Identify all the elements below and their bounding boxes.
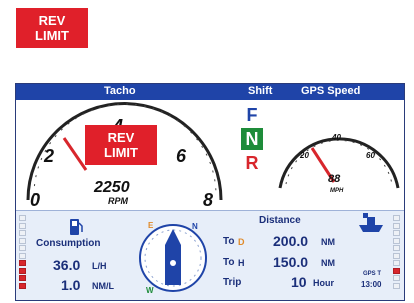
distance-row-0-value: 200.0 xyxy=(273,233,309,249)
dashboard-panel: Tacho Shift GPS Speed 0 2 4 6 8 2250 RPM… xyxy=(15,83,405,301)
distance-row-0-marker: D xyxy=(238,237,245,247)
engine-load-bar xyxy=(393,215,400,293)
compass: E W N xyxy=(139,221,207,295)
tacho-value: 2250 xyxy=(93,179,130,196)
distance-row-1-marker: H xyxy=(238,258,245,268)
consumption-label: Consumption xyxy=(36,238,101,249)
speed-unit: MPH xyxy=(330,188,344,194)
compass-north: N xyxy=(192,222,198,231)
compass-east: E xyxy=(148,221,154,230)
header-shift: Shift xyxy=(248,85,273,97)
panel-header: Tacho Shift GPS Speed xyxy=(16,84,404,100)
fuel-level-bar xyxy=(19,215,26,293)
shift-forward: F xyxy=(246,105,258,125)
speed-tick-20: 20 xyxy=(299,151,309,160)
boat-side-icon xyxy=(359,213,383,232)
tacho-tick-2: 2 xyxy=(43,146,54,166)
shift-reverse: R xyxy=(245,153,259,173)
header-tacho: Tacho xyxy=(104,85,136,97)
speed-reading: 88 xyxy=(328,173,341,185)
distance-row-1-label: To xyxy=(223,257,235,268)
clock-time: 13:00 xyxy=(361,280,382,289)
rev-limit-overlay-line1: REV xyxy=(107,130,135,145)
header-gps-speed: GPS Speed xyxy=(301,85,361,97)
distance-row-0-label: To xyxy=(223,236,235,247)
tacho-needle xyxy=(62,137,88,171)
clock-label: GPS T xyxy=(363,271,382,277)
rev-limit-overlay: REV LIMIT xyxy=(85,125,157,165)
speed-tick-40: 40 xyxy=(331,133,341,142)
distance-row-1-unit: NM xyxy=(321,258,335,268)
distance-row-2-value: 10 xyxy=(291,274,307,290)
compass-west: W xyxy=(146,286,154,295)
consumption-rate-value: 36.0 xyxy=(53,257,81,273)
info-area: Consumption 36.0 L/H 1.0 NM/L E W N Dist… xyxy=(16,210,404,300)
tacho-tick-6: 6 xyxy=(176,146,187,166)
fuel-pump-icon xyxy=(70,219,83,235)
rev-limit-badge: REV LIMIT xyxy=(16,8,88,48)
distance-row-2-unit: Hour xyxy=(313,278,334,288)
speedometer: 20 40 60 88 MPH xyxy=(278,133,400,194)
distance-row-2-label: Trip xyxy=(223,277,242,288)
consumption-economy-unit: NM/L xyxy=(92,281,114,291)
consumption-economy-value: 1.0 xyxy=(61,277,81,293)
gauge-area: 0 2 4 6 8 2250 RPM F N R 20 40 60 88 MPH xyxy=(16,100,404,210)
distance-title: Distance xyxy=(259,215,301,226)
tacho-tick-8: 8 xyxy=(203,190,213,210)
consumption-rate-unit: L/H xyxy=(92,261,107,271)
speed-tick-60: 60 xyxy=(366,151,375,160)
rev-limit-overlay-line2: LIMIT xyxy=(104,145,138,160)
shift-neutral: N xyxy=(241,128,263,150)
rev-limit-line2: LIMIT xyxy=(35,28,69,43)
distance-row-0-unit: NM xyxy=(321,237,335,247)
distance-row-1-value: 150.0 xyxy=(273,254,309,270)
tacho-unit: RPM xyxy=(108,196,129,206)
tacho-tick-0: 0 xyxy=(30,190,40,210)
rev-limit-line1: REV xyxy=(38,13,66,28)
